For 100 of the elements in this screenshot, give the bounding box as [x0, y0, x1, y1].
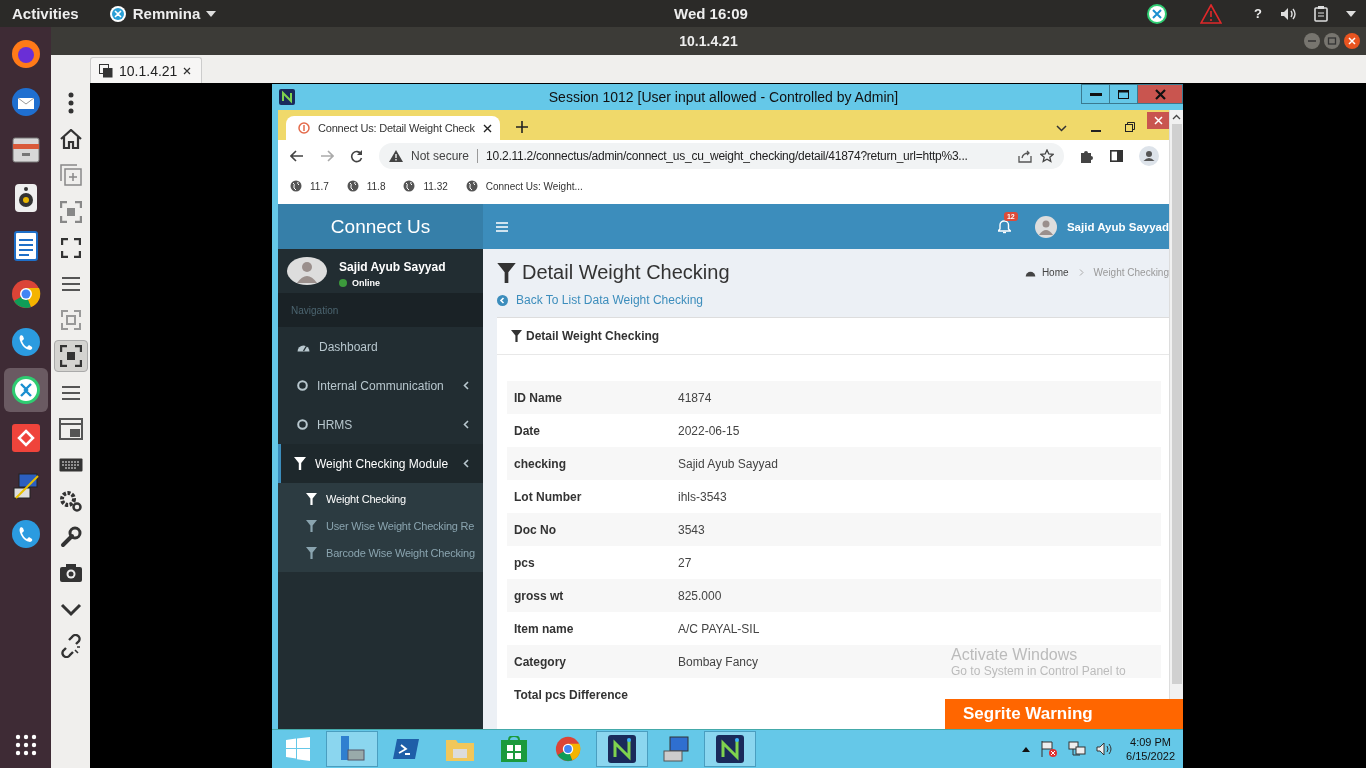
field-label: gross wt: [514, 588, 565, 603]
chevron-down-icon: [59, 602, 82, 617]
minimize-button[interactable]: [1081, 84, 1110, 104]
taskbar-time[interactable]: 4:09 PM: [1130, 736, 1171, 748]
tray-arrow-icon[interactable]: [1022, 746, 1031, 752]
taskbar-app[interactable]: [596, 731, 648, 767]
browser-icon: [10, 279, 41, 309]
taskbar-app[interactable]: [704, 731, 756, 767]
side-panel-icon[interactable]: [1110, 150, 1123, 162]
field-label: Category: [514, 654, 567, 669]
activities-button[interactable]: Activities: [12, 5, 79, 22]
sidebar-item[interactable]: Weight Checking Module: [278, 444, 483, 483]
window-title: 10.1.4.21: [679, 33, 738, 49]
bookmark[interactable]: 11.32: [403, 180, 448, 192]
chevron-down-icon[interactable]: [1056, 125, 1067, 132]
avatar-icon: [287, 257, 327, 285]
field-value: 3543: [678, 522, 705, 537]
status-label: Online: [352, 278, 380, 288]
home-icon: [59, 129, 82, 150]
camera-icon: [58, 563, 83, 584]
network-icon[interactable]: [1068, 741, 1087, 757]
field-label: Item name: [514, 621, 575, 636]
warning-icon[interactable]: [1200, 3, 1223, 24]
circle-icon: [297, 419, 308, 430]
scrollbar-thumb[interactable]: [1171, 124, 1182, 684]
back-icon[interactable]: [290, 150, 304, 162]
browser-tab[interactable]: Connect Us: Detail Weight Check: [286, 116, 500, 140]
dock-item[interactable]: [3, 368, 48, 412]
sidebar-item[interactable]: HRMS: [278, 405, 483, 444]
sidebar-item[interactable]: Internal Communication: [278, 366, 483, 405]
field-value: A/C PAYAL-SIL: [678, 621, 760, 636]
new-tab-icon[interactable]: [515, 121, 528, 133]
submenu-item[interactable]: Barcode Wise Weight Checking: [278, 539, 483, 566]
warning-icon: [389, 150, 403, 162]
menu-icon: [61, 385, 80, 400]
filter-icon: [306, 546, 317, 559]
globe-icon: [465, 180, 478, 192]
back-circle-icon[interactable]: [497, 294, 508, 306]
brand-logo[interactable]: Connect Us: [278, 204, 483, 249]
field-label: Date: [514, 423, 541, 438]
caret-icon[interactable]: [1346, 10, 1356, 17]
field-value: 2022-06-15: [678, 423, 740, 438]
field-label: Doc No: [514, 522, 557, 537]
bookmark[interactable]: 11.7: [290, 180, 329, 192]
reload-icon[interactable]: [350, 149, 363, 163]
close-button[interactable]: [1344, 33, 1360, 49]
profile-icon[interactable]: [1139, 146, 1159, 166]
field-label: Total pcs Difference: [514, 687, 629, 702]
sidebar-item[interactable]: Dashboard: [278, 327, 483, 366]
phone-icon: [10, 519, 41, 549]
close-icon[interactable]: [183, 66, 192, 75]
user-name: Sajid Ayub Sayyad: [339, 260, 446, 274]
field-label: pcs: [514, 555, 536, 570]
bookmark[interactable]: Connect Us: Weight...: [465, 180, 583, 192]
user-menu[interactable]: Sajid Ayub Sayyad: [1066, 220, 1169, 233]
security-label[interactable]: Not secure: [411, 149, 479, 163]
submenu-item[interactable]: User Wise Weight Checking Re: [278, 512, 483, 539]
apps-grid-icon[interactable]: [14, 734, 37, 756]
field-value: 825.000: [678, 588, 722, 603]
taskbar-date[interactable]: 6/15/2022: [1126, 750, 1175, 762]
avatar-icon: [1034, 215, 1057, 238]
filter-icon: [306, 519, 317, 532]
bookmark[interactable]: 11.8: [346, 180, 386, 192]
activation-title: Activate Windows: [951, 646, 1079, 664]
url-text: 10.2.11.2/connectus/admin/connect_us_cu_weight_checking/detail/41874?return_url=http%3...: [486, 149, 968, 163]
tab-label: 10.1.4.21: [119, 62, 178, 79]
menu-icon[interactable]: [496, 221, 508, 232]
close-icon: [1153, 116, 1163, 125]
flag-icon[interactable]: [1040, 740, 1059, 758]
card-title: Detail Weight Checking: [526, 329, 660, 343]
terminal-icon: [392, 738, 420, 760]
submenu-item[interactable]: Weight Checking: [278, 485, 483, 512]
app-menu[interactable]: Remmina: [108, 4, 217, 23]
scroll-up-icon[interactable]: [1172, 114, 1181, 120]
connection-tab[interactable]: 10.1.4.21: [90, 57, 203, 83]
maximize-icon: [1118, 89, 1129, 99]
browser-icon: [555, 736, 581, 762]
puzzle-icon[interactable]: [1080, 149, 1094, 163]
breadcrumb-current: Weight Checking: [1093, 267, 1169, 278]
store-icon: [501, 736, 527, 762]
window-layout-icon: [58, 417, 83, 440]
app-logo-icon: [716, 735, 744, 763]
online-dot-icon: [339, 279, 347, 287]
address-bar[interactable]: Not secure 10.2.11.2/connectus/admin/connect_us_cu_weight_checking/detail/41874?return_url=http%3...: [379, 143, 1064, 169]
breadcrumb-separator-icon: [1078, 269, 1084, 276]
restore-icon[interactable]: [1125, 122, 1135, 132]
close-icon[interactable]: [482, 123, 492, 133]
star-icon[interactable]: [1040, 149, 1054, 163]
remote-desktop-icon[interactable]: [1146, 2, 1169, 25]
help-indicator[interactable]: ?: [1254, 6, 1262, 21]
clock[interactable]: Wed 16:09: [674, 5, 748, 22]
share-icon[interactable]: [1018, 149, 1032, 163]
remote-desktop-icon: [10, 375, 41, 405]
toolbar-button[interactable]: [53, 340, 88, 373]
speaker-icon[interactable]: [1096, 742, 1113, 756]
bell-icon[interactable]: [997, 219, 1011, 234]
speaker-icon[interactable]: [1280, 6, 1296, 21]
breadcrumb-link[interactable]: Home: [1041, 267, 1069, 278]
field-value: Sajid Ayub Sayyad: [678, 456, 778, 471]
clipboard-icon[interactable]: [1314, 5, 1328, 22]
